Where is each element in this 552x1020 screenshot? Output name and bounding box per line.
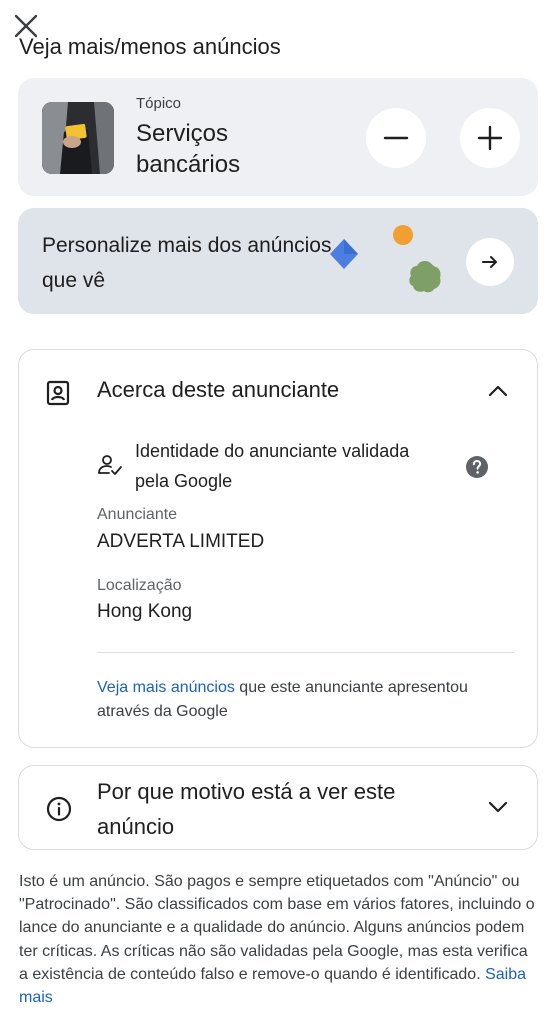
- help-icon[interactable]: [465, 455, 489, 479]
- personalize-text: Personalize mais dos anúncios que vê: [42, 234, 332, 292]
- ad-disclaimer: Isto é um anúncio. São pagos e sempre et…: [19, 870, 539, 1009]
- chevron-up-icon[interactable]: [483, 376, 513, 406]
- verified-person-icon: [98, 455, 122, 475]
- advertiser-label: Anunciante: [97, 506, 178, 523]
- why-seeing-ad-card[interactable]: Por que motivo está a ver este anúncio: [18, 765, 538, 850]
- info-icon: [46, 796, 72, 822]
- divider: [97, 652, 514, 653]
- topic-name: Serviços bancários: [136, 120, 241, 178]
- topic-card: Tópico Serviços bancários: [18, 78, 538, 196]
- see-more-ads-link[interactable]: Veja mais anúncios: [97, 679, 235, 696]
- topic-label: Tópico: [136, 95, 182, 112]
- topic-image: [42, 102, 114, 174]
- about-advertiser-card: Acerca deste anunciante Identidade do an…: [18, 349, 538, 748]
- chevron-down-icon: [488, 801, 508, 813]
- personalize-arrow-button[interactable]: [466, 238, 514, 286]
- page-title: Veja mais/menos anúncios: [19, 34, 281, 59]
- location-value: Hong Kong: [97, 601, 193, 622]
- see-fewer-button[interactable]: [366, 108, 426, 168]
- advertiser-value: ADVERTA LIMITED: [97, 531, 265, 552]
- more-ads-text: Veja mais anúncios que este anunciante a…: [97, 676, 497, 724]
- personalize-ads-card[interactable]: Personalize mais dos anúncios que vê: [18, 208, 538, 314]
- green-blob-icon: [409, 261, 441, 293]
- advertiser-badge-icon: [46, 380, 70, 406]
- disclaimer-text: Isto é um anúncio. São pagos e sempre et…: [19, 873, 535, 983]
- plus-icon: [477, 125, 503, 151]
- orange-dot-icon: [393, 225, 413, 245]
- minus-icon: [383, 136, 409, 140]
- about-advertiser-heading: Acerca deste anunciante: [97, 377, 340, 402]
- verified-identity-text: Identidade do anunciante validada pela G…: [135, 441, 410, 491]
- diamond-shape-icon: [330, 239, 358, 269]
- why-seeing-ad-heading: Por que motivo está a ver este anúncio: [97, 779, 396, 839]
- see-more-button[interactable]: [460, 108, 520, 168]
- arrow-right-icon: [482, 256, 497, 268]
- location-label: Localização: [97, 577, 182, 594]
